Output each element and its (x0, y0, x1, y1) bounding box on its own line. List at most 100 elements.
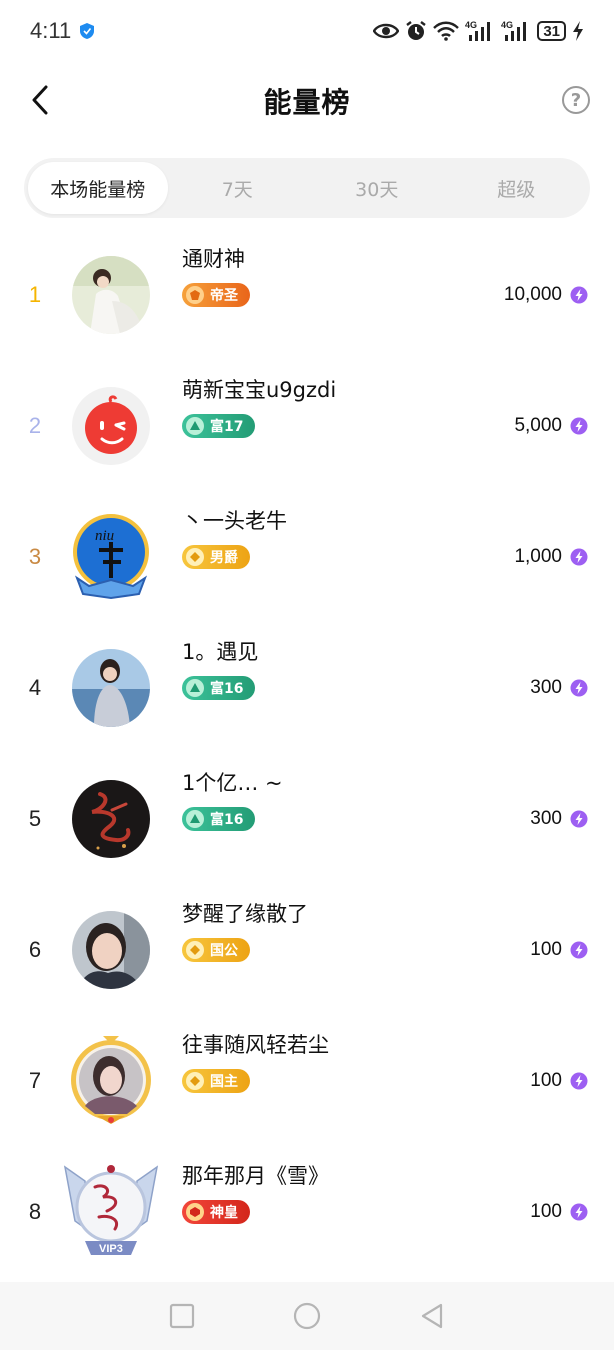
list-item[interactable]: 5 1个亿… ~ 富16 300 (0, 753, 614, 884)
signal-4g-icon: 4G (465, 20, 491, 41)
svg-text:VIP3: VIP3 (99, 1243, 123, 1255)
badge-label: 国公 (210, 943, 238, 959)
lightning-bolt-icon (570, 286, 588, 303)
list-item[interactable]: 7 往事随风轻若尘 国主 100 (0, 1015, 614, 1146)
home-button[interactable] (287, 1296, 327, 1336)
score: 300 (530, 808, 588, 830)
system-nav-bar (0, 1282, 614, 1350)
wifi-icon (433, 21, 460, 41)
score-value: 300 (530, 807, 562, 829)
badge-label: 神皇 (210, 1205, 238, 1221)
recent-apps-button[interactable] (162, 1296, 202, 1336)
score: 1,000 (514, 546, 588, 568)
list-item[interactable]: 1 通财神 帝圣 10,000 (0, 229, 614, 360)
badge-emblem-icon (186, 1203, 204, 1221)
badge-emblem-icon (186, 548, 204, 566)
badge-label: 男爵 (210, 550, 238, 566)
level-badge: 国公 (182, 938, 250, 962)
level-badge: 富16 (182, 676, 256, 700)
battery-level: 31 (543, 22, 560, 40)
avatar[interactable] (72, 910, 150, 989)
badge-emblem-icon (186, 941, 204, 959)
score: 100 (530, 1070, 588, 1092)
battery-icon: 31 (537, 21, 566, 41)
rank-number: 7 (28, 1067, 42, 1093)
level-badge: 男爵 (182, 545, 250, 569)
page-title: 能量榜 (263, 86, 351, 119)
badge-emblem-icon (186, 417, 204, 435)
level-badge: 国主 (182, 1069, 250, 1093)
list-item[interactable]: 6 梦醒了缘散了 国公 100 (0, 884, 614, 1015)
back-button[interactable] (24, 82, 56, 118)
score-value: 100 (530, 938, 562, 960)
status-bar: 4:11 4G 4G 31 (0, 0, 614, 62)
score: 100 (530, 939, 588, 961)
home-icon (293, 1302, 321, 1330)
score: 100 (530, 1201, 588, 1223)
avatar[interactable] (72, 255, 150, 334)
score-value: 100 (530, 1069, 562, 1091)
user-name: 梦醒了缘散了 (182, 902, 308, 926)
level-badge: 帝圣 (182, 283, 250, 307)
question-circle-icon: ? (570, 89, 582, 111)
lightning-bolt-icon (570, 548, 588, 565)
lightning-bolt-icon (570, 1072, 588, 1089)
user-name: 往事随风轻若尘 (182, 1033, 329, 1057)
eye-icon (373, 23, 400, 39)
status-time: 4:11 (30, 18, 72, 43)
tab-30-days[interactable]: 30天 (307, 162, 447, 214)
avatar[interactable] (72, 779, 150, 858)
svg-text:4G: 4G (465, 20, 477, 30)
avatar[interactable] (72, 648, 150, 727)
avatar[interactable]: niu (72, 513, 150, 599)
list-item[interactable]: 4 1。遇见 富16 300 (0, 622, 614, 753)
avatar[interactable] (71, 1035, 151, 1124)
badge-label: 富17 (210, 419, 244, 435)
rank-number: 4 (28, 674, 42, 700)
signal-4g-icon: 4G (501, 20, 527, 41)
badge-label: 富16 (210, 812, 244, 828)
help-button[interactable]: ? (562, 86, 590, 114)
score-value: 300 (530, 676, 562, 698)
list-item[interactable]: 3 niu 丶一头老牛 男爵 1,000 (0, 491, 614, 622)
user-name: 丶一头老牛 (182, 509, 287, 533)
shield-icon (80, 23, 95, 39)
badge-emblem-icon (186, 679, 204, 697)
tab-current-session[interactable]: 本场能量榜 (28, 162, 168, 214)
level-badge: 富17 (182, 414, 256, 438)
avatar[interactable]: VIP3 (63, 1164, 159, 1255)
header: 能量榜 ? (0, 62, 614, 140)
lightning-bolt-icon (570, 810, 588, 827)
badge-emblem-icon (186, 1072, 204, 1090)
tab-super[interactable]: 超级 (447, 162, 587, 214)
alarm-icon (406, 21, 427, 40)
score-value: 1,000 (514, 545, 562, 567)
tab-bar: 本场能量榜 7天 30天 超级 (24, 158, 590, 218)
list-item[interactable]: 2 萌新宝宝u9gzdi 富17 5,000 (0, 360, 614, 491)
system-back-button[interactable] (412, 1296, 452, 1336)
svg-text:4G: 4G (501, 20, 513, 30)
badge-label: 帝圣 (210, 288, 238, 304)
badge-label: 国主 (210, 1074, 238, 1090)
user-name: 1。遇见 (182, 640, 259, 664)
recent-apps-icon (170, 1303, 195, 1329)
lightning-bolt-icon (570, 941, 588, 958)
lightning-bolt-icon (570, 1203, 588, 1220)
avatar[interactable] (72, 386, 150, 465)
rank-number: 3 (28, 543, 42, 569)
lightning-bolt-icon (570, 679, 588, 696)
badge-label: 富16 (210, 681, 244, 697)
list-item[interactable]: 8 VIP3 那年那月《雪》 神皇 100 (0, 1146, 614, 1277)
user-name: 通财神 (182, 247, 245, 271)
chevron-left-icon (32, 85, 48, 115)
svg-text:niu: niu (95, 528, 114, 544)
tab-7-days[interactable]: 7天 (168, 162, 308, 214)
rank-number: 5 (28, 805, 42, 831)
user-name: 1个亿… ~ (182, 771, 283, 795)
user-name: 那年那月《雪》 (182, 1164, 329, 1188)
rank-number: 2 (28, 412, 42, 438)
badge-emblem-icon (186, 286, 204, 304)
score: 10,000 (504, 284, 588, 306)
badge-emblem-icon (186, 810, 204, 828)
charging-icon (573, 21, 583, 41)
